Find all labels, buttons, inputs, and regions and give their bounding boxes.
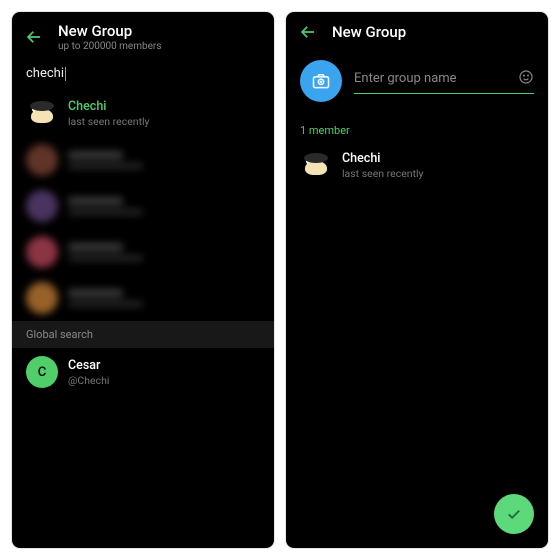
header: New Group up to 200000 members [12,12,274,60]
avatar [300,149,332,181]
back-icon[interactable] [24,27,44,47]
contact-info: Chechi last seen recently [342,151,424,180]
screen-select-members: New Group up to 200000 members chechi Ch… [12,12,274,548]
avatar [26,190,58,222]
confirm-button[interactable] [494,494,534,534]
header-text: New Group [332,23,406,41]
avatar [26,236,58,268]
search-query-text: chechi [26,66,64,81]
placeholder-text: Enter group name [354,71,518,86]
list-item [26,275,260,321]
add-photo-button[interactable] [300,60,342,102]
page-title: New Group [332,23,406,41]
screen-name-group: New Group Enter group name 1 m [286,12,548,548]
contact-handle: @Chechi [68,374,109,387]
contact-status: last seen recently [68,115,150,128]
header: New Group [286,12,548,50]
group-name-row: Enter group name [286,50,548,110]
contact-info: Cesar @Chechi [68,358,109,387]
contact-name: Chechi [68,99,150,114]
contact-name: Chechi [342,151,424,166]
other-contacts-blurred [12,137,274,321]
contact-name: Cesar [68,358,109,373]
members-count-label: 1 member [286,110,548,141]
page-title: New Group [58,22,161,40]
avatar [26,97,58,129]
emoji-icon[interactable] [518,69,534,89]
header-text: New Group up to 200000 members [58,22,161,52]
contact-status: last seen recently [342,167,424,180]
page-subtitle: up to 200000 members [58,41,161,52]
back-icon[interactable] [298,22,318,42]
avatar: C [26,356,58,388]
list-item [26,229,260,275]
contact-info: Chechi last seen recently [68,99,150,128]
contact-row-cesar[interactable]: C Cesar @Chechi [12,348,274,396]
search-input[interactable]: chechi [12,60,274,89]
global-search-header: Global search [12,321,274,348]
list-item [26,183,260,229]
member-row-chechi[interactable]: Chechi last seen recently [286,141,548,189]
text-cursor [65,67,66,81]
list-item [26,137,260,183]
contact-row-chechi[interactable]: Chechi last seen recently [12,89,274,137]
avatar [26,144,58,176]
group-name-input[interactable]: Enter group name [354,69,534,94]
avatar [26,282,58,314]
